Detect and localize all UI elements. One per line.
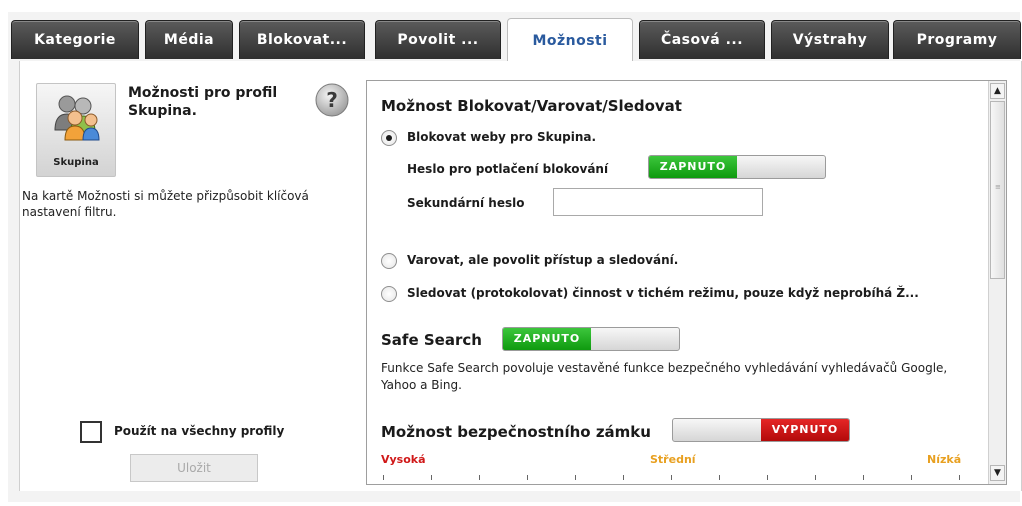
radio-block-label: Blokovat weby pro Skupina. <box>407 130 597 144</box>
section-title: Možnost Blokovat/Varovat/Sledovat <box>381 97 682 115</box>
secondary-password-label: Sekundární heslo <box>407 196 525 210</box>
safe-search-state: ZAPNUTO <box>503 328 591 350</box>
tab-vystrahy[interactable]: Výstrahy <box>771 20 889 59</box>
profile-tile[interactable]: Skupina <box>36 83 116 177</box>
tab-media[interactable]: Média <box>145 20 233 59</box>
radio-block[interactable] <box>381 130 397 146</box>
tab-programy[interactable]: Programy <box>893 20 1021 59</box>
tab-moznosti[interactable]: Možnosti <box>507 18 633 63</box>
safe-search-label: Safe Search <box>381 331 482 349</box>
tab-povolit[interactable]: Povolit ... <box>375 20 501 59</box>
level-slider-ticks[interactable] <box>383 475 973 481</box>
level-low-label: Nízká <box>927 453 962 466</box>
override-password-state: ZAPNUTO <box>649 156 737 178</box>
group-users-icon <box>54 95 100 141</box>
safe-search-description: Funkce Safe Search povoluje vestavěné fu… <box>381 361 948 392</box>
safe-search-toggle[interactable]: ZAPNUTO <box>502 327 680 351</box>
lock-option-state: VYPNUTO <box>761 419 849 441</box>
scrollbar-thumb[interactable]: ≡ <box>990 101 1005 279</box>
level-high-label: Vysoká <box>381 453 426 466</box>
lock-option-label: Možnost bezpečnostního zámku <box>381 423 651 441</box>
radio-monitor-label: Sledovat (protokolovat) činnost v tichém… <box>407 286 919 300</box>
profile-title: Možnosti pro profil Skupina. <box>128 85 278 119</box>
profile-description: Na kartě Možnosti si můžete přizpůsobit … <box>22 189 309 219</box>
help-icon[interactable]: ? <box>314 82 350 118</box>
scroll-down-arrow-icon[interactable]: ▼ <box>990 465 1005 481</box>
tab-casova[interactable]: Časová ... <box>639 20 765 59</box>
lock-option-toggle[interactable]: VYPNUTO <box>672 418 850 442</box>
vertical-scrollbar[interactable]: ▲ ≡ ▼ <box>988 81 1006 484</box>
override-password-label: Heslo pro potlačení blokování <box>407 162 609 176</box>
level-mid-label: Střední <box>650 453 696 466</box>
options-scroll-area[interactable]: Možnost Blokovat/Varovat/Sledovat Blokov… <box>366 80 1007 485</box>
apply-all-checkbox[interactable] <box>80 421 102 443</box>
scroll-up-arrow-icon[interactable]: ▲ <box>990 83 1005 99</box>
tab-kategorie[interactable]: Kategorie <box>11 20 139 59</box>
profile-tile-label: Skupina <box>53 157 99 168</box>
override-password-toggle[interactable]: ZAPNUTO <box>648 155 826 179</box>
svg-text:?: ? <box>326 88 338 112</box>
tab-blokovat[interactable]: Blokovat... <box>239 20 365 59</box>
apply-all-label: Použít na všechny profily <box>114 424 285 438</box>
radio-warn[interactable] <box>381 253 397 269</box>
tab-bar: Kategorie Média Blokovat... Povolit ... … <box>8 12 1021 63</box>
scrollbar-grip-icon: ≡ <box>995 183 1001 191</box>
save-button[interactable]: Uložit <box>130 454 258 482</box>
radio-warn-label: Varovat, ale povolit přístup a sledování… <box>407 253 679 267</box>
secondary-password-input[interactable] <box>553 188 763 216</box>
radio-monitor[interactable] <box>381 286 397 302</box>
